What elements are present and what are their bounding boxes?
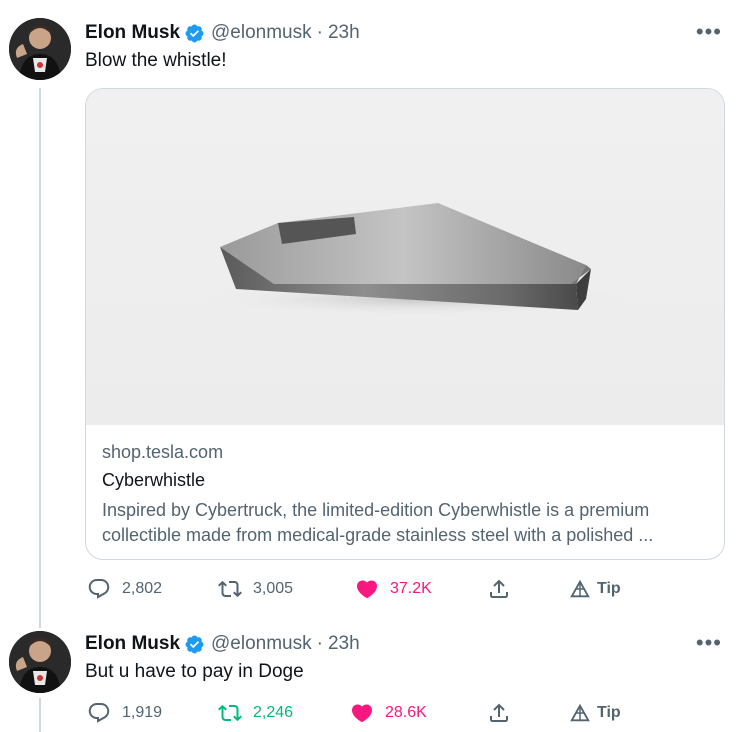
- tip-icon: [570, 703, 590, 722]
- like-count: 37.2K: [390, 580, 432, 597]
- author-handle[interactable]: @elonmusk: [211, 22, 312, 44]
- reply-count: 2,802: [122, 580, 163, 597]
- card-description: Inspired by Cybertruck, the limited-edit…: [102, 500, 654, 545]
- reply-button[interactable]: 1,919: [87, 699, 162, 727]
- tweet-header: Elon Musk @elonmusk · 23h: [85, 18, 360, 48]
- heart-icon: [351, 704, 373, 723]
- tip-icon: [570, 579, 590, 598]
- share-button[interactable]: [487, 575, 522, 603]
- share-icon: [490, 703, 508, 722]
- retweet-count: 3,005: [253, 580, 294, 597]
- tweet-text: Blow the whistle!: [85, 50, 227, 71]
- retweet-button[interactable]: 3,005: [218, 575, 293, 603]
- tip-label: Tip: [597, 704, 621, 721]
- verified-icon: [185, 635, 204, 653]
- reply-count: 1,919: [122, 704, 163, 721]
- separator: ·: [316, 22, 323, 43]
- like-button[interactable]: 37.2K: [355, 575, 432, 603]
- reply-icon: [88, 579, 110, 599]
- share-button[interactable]: [487, 699, 522, 727]
- tip-button[interactable]: Tip: [569, 699, 621, 727]
- retweet-button[interactable]: 2,246: [218, 699, 293, 727]
- tip-label: Tip: [597, 580, 621, 597]
- verified-icon: [185, 24, 204, 42]
- more-icon[interactable]: •••: [696, 632, 722, 654]
- card-title: Cyberwhistle: [102, 470, 206, 490]
- like-button[interactable]: 28.6K: [350, 699, 427, 727]
- timestamp[interactable]: 23h: [328, 22, 360, 44]
- avatar[interactable]: [9, 631, 71, 693]
- reply-icon: [88, 703, 110, 723]
- like-count: 28.6K: [385, 704, 427, 721]
- tweet-text: But u have to pay in Doge: [85, 661, 304, 682]
- retweet-icon: [218, 580, 242, 598]
- tip-button[interactable]: Tip: [569, 575, 621, 603]
- retweet-icon: [218, 704, 242, 722]
- tweet-header: Elon Musk @elonmusk · 23h: [85, 629, 360, 659]
- thread-connector: [39, 698, 41, 732]
- card-domain: shop.tesla.com: [102, 442, 224, 462]
- more-icon[interactable]: •••: [696, 21, 722, 43]
- reply-button[interactable]: 2,802: [87, 575, 162, 603]
- tweet-actions: 1,919 2,246 28.6K Tip: [85, 699, 645, 727]
- thread-connector: [39, 88, 41, 628]
- separator: ·: [316, 633, 323, 654]
- author-name[interactable]: Elon Musk: [85, 22, 180, 44]
- author-name[interactable]: Elon Musk: [85, 633, 180, 655]
- heart-icon: [356, 580, 378, 599]
- retweet-count: 2,246: [253, 704, 294, 721]
- tweet-actions: 2,802 3,005 37.2K Tip: [85, 575, 645, 603]
- share-icon: [490, 579, 508, 598]
- timestamp[interactable]: 23h: [328, 633, 360, 655]
- link-card[interactable]: shop.tesla.com Cyberwhistle Inspired by …: [85, 88, 725, 560]
- author-handle[interactable]: @elonmusk: [211, 633, 312, 655]
- avatar[interactable]: [9, 18, 71, 80]
- card-image: [86, 89, 724, 425]
